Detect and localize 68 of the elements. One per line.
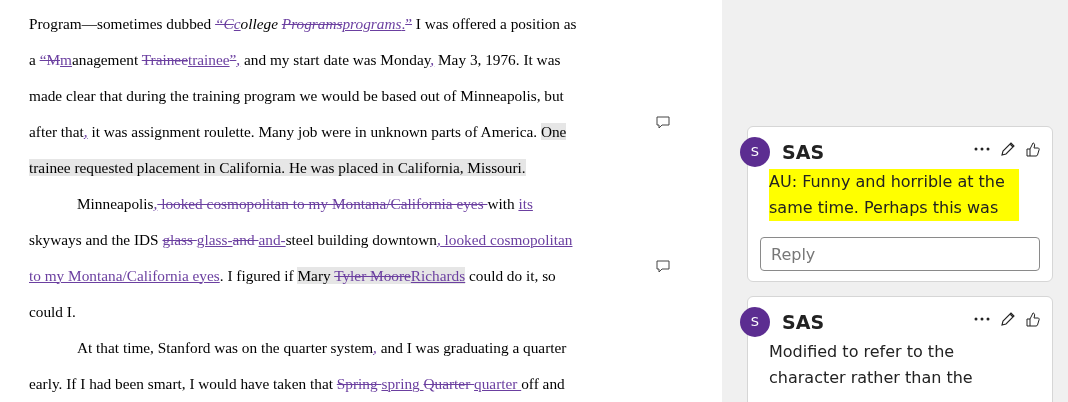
thumbs-up-icon[interactable]: [1026, 141, 1040, 157]
inserted-text: quarter: [474, 374, 519, 392]
commented-text: trainee requested placement in California. He was placed in California, Missouri.: [29, 158, 526, 176]
body-text: with: [487, 194, 516, 212]
inserted-text: Richards: [410, 266, 466, 284]
more-icon[interactable]: [974, 317, 990, 321]
inserted-text: glass-: [196, 230, 233, 248]
avatar: S: [740, 307, 770, 337]
body-text: could I.: [29, 302, 76, 320]
thumbs-up-icon[interactable]: [1026, 311, 1040, 327]
inserted-text: ,: [236, 50, 241, 68]
inserted-text: ,: [430, 50, 435, 68]
inserted-text: and-: [258, 230, 286, 248]
deleted-text: Spring: [336, 374, 379, 392]
italic-text: ollege: [240, 14, 279, 32]
deleted-text: Tyler Moore: [334, 266, 411, 284]
body-text: steel building downtown: [285, 230, 437, 248]
inserted-text: its: [518, 194, 533, 212]
body-text: . I figured if: [219, 266, 295, 284]
inserted-text: looked cosmopolitan: [443, 230, 573, 248]
body-text: Minneapolis: [77, 194, 154, 212]
body-text: off and: [521, 374, 565, 392]
body-text: made clear that during the training program we would be based out of Minneapolis, but: [29, 86, 564, 104]
deleted-text: ”: [405, 14, 412, 32]
body-text: May 3, 1976. It was: [437, 50, 561, 68]
body-text: after that: [29, 122, 84, 140]
comment-icon[interactable]: [656, 116, 670, 129]
deleted-text: looked cosmopolitan to my Montana/California eyes: [160, 194, 485, 212]
body-text: skyways and the IDS: [29, 230, 160, 248]
deleted-text: “C: [215, 14, 234, 32]
body-text: anagement: [71, 50, 140, 68]
deleted-text: Trainee: [141, 50, 188, 68]
more-icon[interactable]: [974, 147, 990, 151]
commented-text: Mary: [297, 266, 335, 284]
inserted-text: m: [60, 50, 72, 68]
pencil-icon[interactable]: [1000, 311, 1016, 327]
author-name: SAS: [782, 139, 825, 165]
deleted-text: ”: [229, 50, 237, 68]
body-text: could do it, so: [468, 266, 556, 284]
inserted-text: to my Montana/California eyes: [29, 266, 220, 284]
inserted-text: spring: [381, 374, 421, 392]
deleted-text: Quarter: [423, 374, 472, 392]
deleted-text: and: [232, 230, 256, 248]
deleted-text: “M: [39, 50, 61, 68]
inserted-text: ,: [153, 194, 158, 212]
inserted-text: c: [233, 14, 241, 32]
body-text: and I was graduating a quarter: [379, 338, 567, 356]
comment-icon[interactable]: [656, 260, 670, 273]
inserted-text: ,: [436, 230, 441, 248]
body-text: I was offered a position as: [414, 14, 577, 32]
inserted-text: programs: [342, 14, 402, 32]
inserted-text: ,: [373, 338, 377, 356]
avatar: S: [740, 137, 770, 167]
author-name: SAS: [782, 309, 825, 335]
comment-text: Modified to refer to the character rather than the: [769, 341, 974, 389]
body-text: Program—sometimes dubbed: [29, 14, 213, 32]
inserted-text: .: [401, 14, 406, 32]
comment-text: AU: Funny and horrible at the same time. Perhaps this was: [769, 169, 1019, 221]
inserted-text: ,: [83, 122, 88, 140]
commented-text: One: [540, 122, 567, 140]
body-text: it was assignment roulette. Many job were in unknown parts of America.: [90, 122, 539, 140]
deleted-text: Programs: [281, 14, 343, 32]
inserted-text: trainee: [187, 50, 230, 68]
deleted-text: glass: [162, 230, 195, 248]
reply-field[interactable]: Reply: [760, 237, 1040, 271]
pencil-icon[interactable]: [1000, 141, 1016, 157]
body-text: a: [29, 50, 37, 68]
body-text: early. If I had been smart, I would have taken that: [29, 374, 334, 392]
